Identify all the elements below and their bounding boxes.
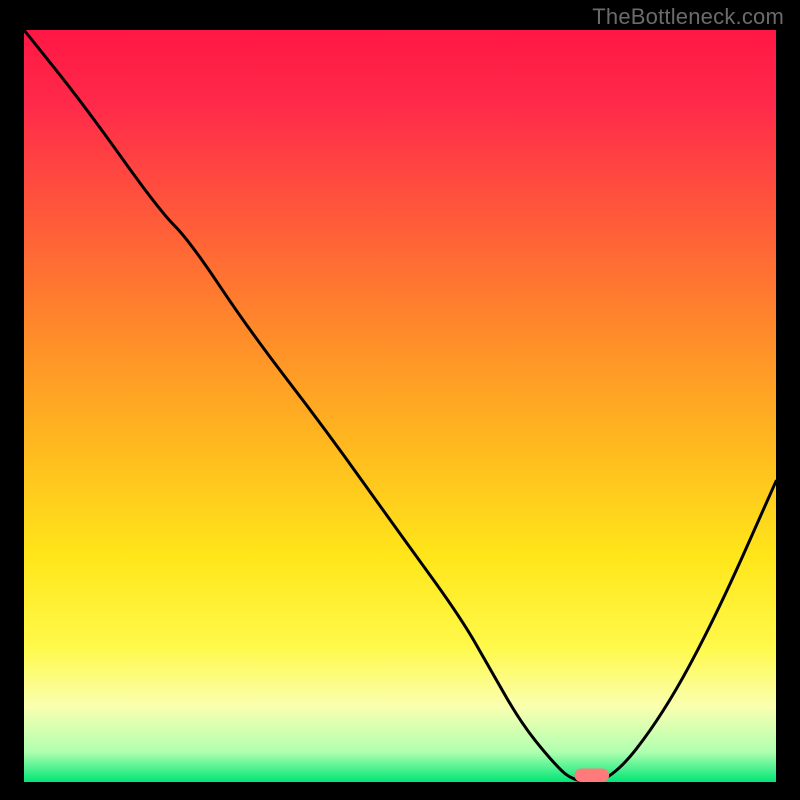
optimal-marker bbox=[574, 768, 609, 782]
watermark-text: TheBottleneck.com bbox=[592, 4, 784, 30]
chart-frame: TheBottleneck.com bbox=[0, 0, 800, 800]
chart-plot-area bbox=[24, 30, 776, 782]
chart-svg bbox=[24, 30, 776, 782]
chart-background-gradient bbox=[24, 30, 776, 782]
